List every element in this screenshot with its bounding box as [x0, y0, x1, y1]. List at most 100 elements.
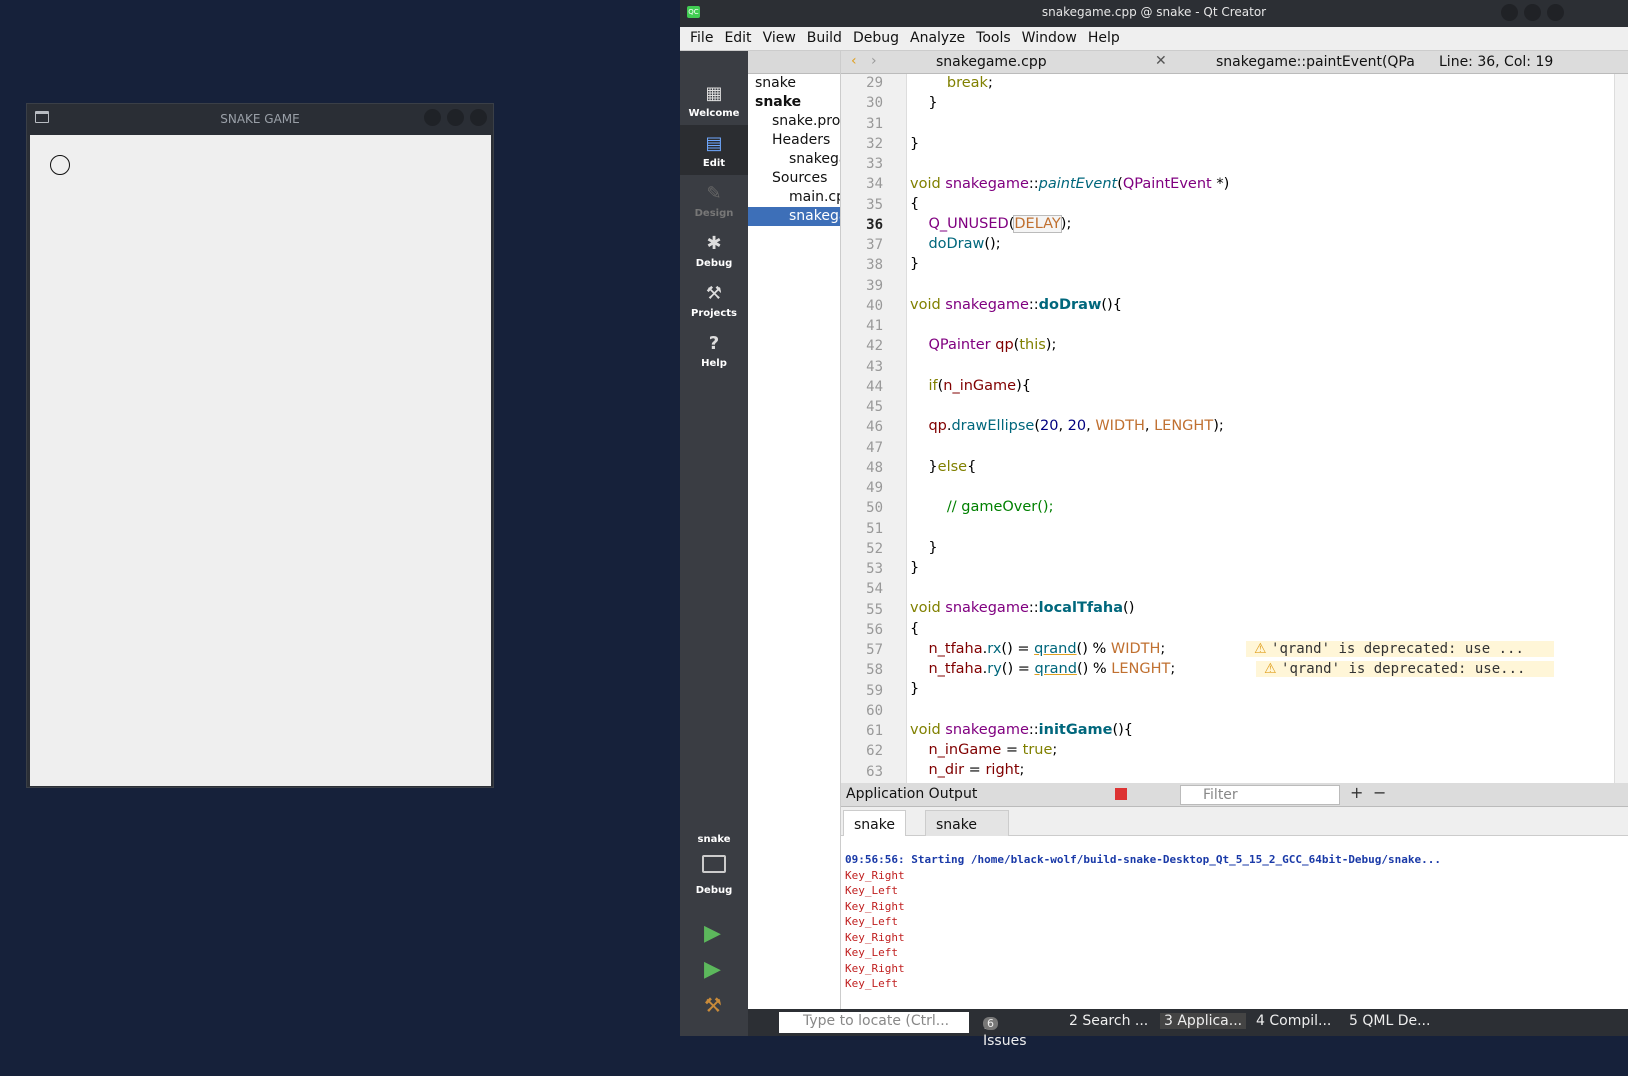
close-editor-icon[interactable]: ✕ [1155, 53, 1167, 69]
build-hammer-icon[interactable]: ⚒ [704, 993, 722, 1017]
line-number: 62 [866, 743, 883, 760]
app-output-tab[interactable]: 3 Applica... [1160, 1013, 1247, 1029]
add-icon[interactable]: + [1350, 783, 1363, 802]
code-line: Q_UNUSED(DELAY); [928, 215, 1072, 233]
code-line: doDraw(); [928, 236, 1001, 252]
compile-output-tab[interactable]: 4 Compil... [1256, 1013, 1331, 1029]
output-line: Key_Left [845, 946, 898, 959]
tree-main-file[interactable]: main.cp [748, 188, 840, 207]
line-number: 63 [866, 763, 883, 780]
stop-icon[interactable] [1115, 788, 1127, 800]
bug-icon: ✱ [706, 233, 722, 254]
code-line: n_tfaha.rx() = qrand() % WIDTH; [928, 641, 1166, 657]
grid-icon: ▦ [705, 83, 723, 104]
tree-headers[interactable]: Headers [748, 131, 840, 150]
code-line: QPainter qp(this); [928, 337, 1057, 353]
editor-scrollbar[interactable] [1614, 74, 1628, 783]
line-number: 33 [866, 156, 883, 172]
menu-window[interactable]: Window [1017, 27, 1082, 49]
line-number: 48 [866, 459, 883, 476]
run-icon[interactable]: ▶ [704, 921, 721, 946]
maximize-button[interactable] [447, 109, 464, 126]
project-tree: snake snake snake.pro Headers snakega So… [748, 51, 841, 1009]
open-file-name[interactable]: snakegame.cpp [936, 54, 1047, 70]
minus-icon[interactable]: − [1373, 783, 1386, 802]
close-button[interactable] [1547, 4, 1564, 21]
warning-annotation[interactable]: ⚠ 'qrand' is deprecated: use ... [1246, 641, 1554, 657]
mode-projects[interactable]: ⚒ Projects [680, 275, 748, 325]
tree-source-file[interactable]: snakega [748, 207, 840, 226]
close-button[interactable] [470, 109, 487, 126]
menu-build[interactable]: Build [802, 27, 847, 49]
warning-annotation[interactable]: ⚠ 'qrand' is deprecated: use... [1256, 661, 1554, 677]
line-number: 39 [866, 277, 883, 294]
line-number: 40 [866, 297, 883, 314]
code-line: }else{ [910, 459, 977, 475]
line-number: 52 [866, 540, 883, 557]
code-line: { [910, 196, 920, 212]
line-number: 44 [866, 378, 883, 395]
line-number: 38 [866, 257, 883, 274]
line-number: 43 [866, 358, 883, 375]
menu-debug[interactable]: Debug [848, 27, 904, 49]
code-line: } [910, 681, 920, 697]
tree-project[interactable]: snake [748, 93, 840, 112]
warning-icon: ⚠ [1264, 661, 1277, 677]
code-line: } [910, 560, 920, 576]
mode-design[interactable]: ✎ Design [680, 175, 748, 225]
code-line: n_tfaha.ry() = qrand() % LENGHT; [928, 661, 1176, 677]
code-line: } [910, 256, 920, 272]
mode-sidebar: ▦ Welcome ▤ Edit ✎ Design ✱ Debug ⚒ Projects … [680, 51, 748, 1036]
code-line: } [910, 136, 920, 152]
menu-help[interactable]: Help [1083, 27, 1125, 49]
mode-help[interactable]: ? Help [680, 325, 748, 375]
qtc-titlebar[interactable]: QC snakegame.cpp @ snake - Qt Creator [680, 0, 1628, 26]
menu-analyze[interactable]: Analyze [905, 27, 970, 49]
output-filter-input[interactable]: Filter [1180, 785, 1340, 805]
mode-edit[interactable]: ▤ Edit [680, 125, 748, 175]
menu-edit[interactable]: Edit [719, 27, 756, 49]
output-line: Key_Left [845, 915, 898, 928]
output-tab[interactable]: snake [843, 810, 906, 836]
line-number: 51 [866, 520, 883, 537]
menu-tools[interactable]: Tools [971, 27, 1016, 49]
debug-run-icon[interactable]: ▶ [704, 957, 721, 982]
output-tabs: snake snake [841, 807, 1628, 836]
line-number: 30 [866, 95, 883, 112]
code-editor[interactable]: ‹ › snakegame.cpp ✕ snakegame::paintEven… [841, 51, 1628, 783]
back-icon[interactable]: ‹ [851, 53, 857, 69]
line-number: 41 [866, 318, 883, 334]
minimize-button[interactable] [1501, 4, 1518, 21]
minimize-button[interactable] [424, 109, 441, 126]
status-bar: Type to locate (Ctrl... 1 Issues 6 2 Sea… [748, 1009, 1628, 1049]
cursor-position[interactable]: Line: 36, Col: 19 [1439, 54, 1553, 70]
mode-welcome[interactable]: ▦ Welcome [680, 75, 748, 125]
maximize-button[interactable] [1524, 4, 1541, 21]
line-number: 54 [866, 581, 883, 598]
search-results-tab[interactable]: 2 Search ... [1069, 1013, 1148, 1029]
line-number: 59 [866, 682, 883, 699]
line-number: 35 [866, 196, 883, 213]
code-line: void snakegame::doDraw(){ [910, 297, 1122, 313]
tree-pro-file[interactable]: snake.pro [748, 112, 840, 131]
output-tab[interactable]: snake [925, 810, 1009, 836]
line-number: 36 [866, 216, 883, 233]
menu-view[interactable]: View [758, 27, 801, 49]
output-toolbar: Application Output Filter + − [841, 783, 1628, 807]
game-canvas[interactable] [30, 135, 491, 786]
menu-file[interactable]: File [685, 27, 718, 49]
output-line: Key_Right [845, 869, 905, 882]
snake-game-window: SNAKE GAME [26, 103, 494, 788]
symbol-selector[interactable]: snakegame::paintEvent(QPa... [1216, 54, 1416, 70]
line-number: 32 [866, 135, 883, 152]
mode-debug[interactable]: ✱ Debug [680, 225, 748, 275]
qml-debugger-tab[interactable]: 5 QML De... [1349, 1013, 1430, 1029]
monitor-icon[interactable] [702, 855, 726, 873]
locator-input[interactable]: Type to locate (Ctrl... [779, 1012, 969, 1033]
tree-root[interactable]: snake [748, 74, 840, 93]
snake-window-titlebar[interactable]: SNAKE GAME [27, 104, 493, 135]
tree-sources[interactable]: Sources [748, 169, 840, 188]
qt-creator-window: QC snakegame.cpp @ snake - Qt Creator Fi… [680, 0, 1628, 1049]
forward-icon[interactable]: › [871, 53, 877, 69]
tree-header-file[interactable]: snakega [748, 150, 840, 169]
